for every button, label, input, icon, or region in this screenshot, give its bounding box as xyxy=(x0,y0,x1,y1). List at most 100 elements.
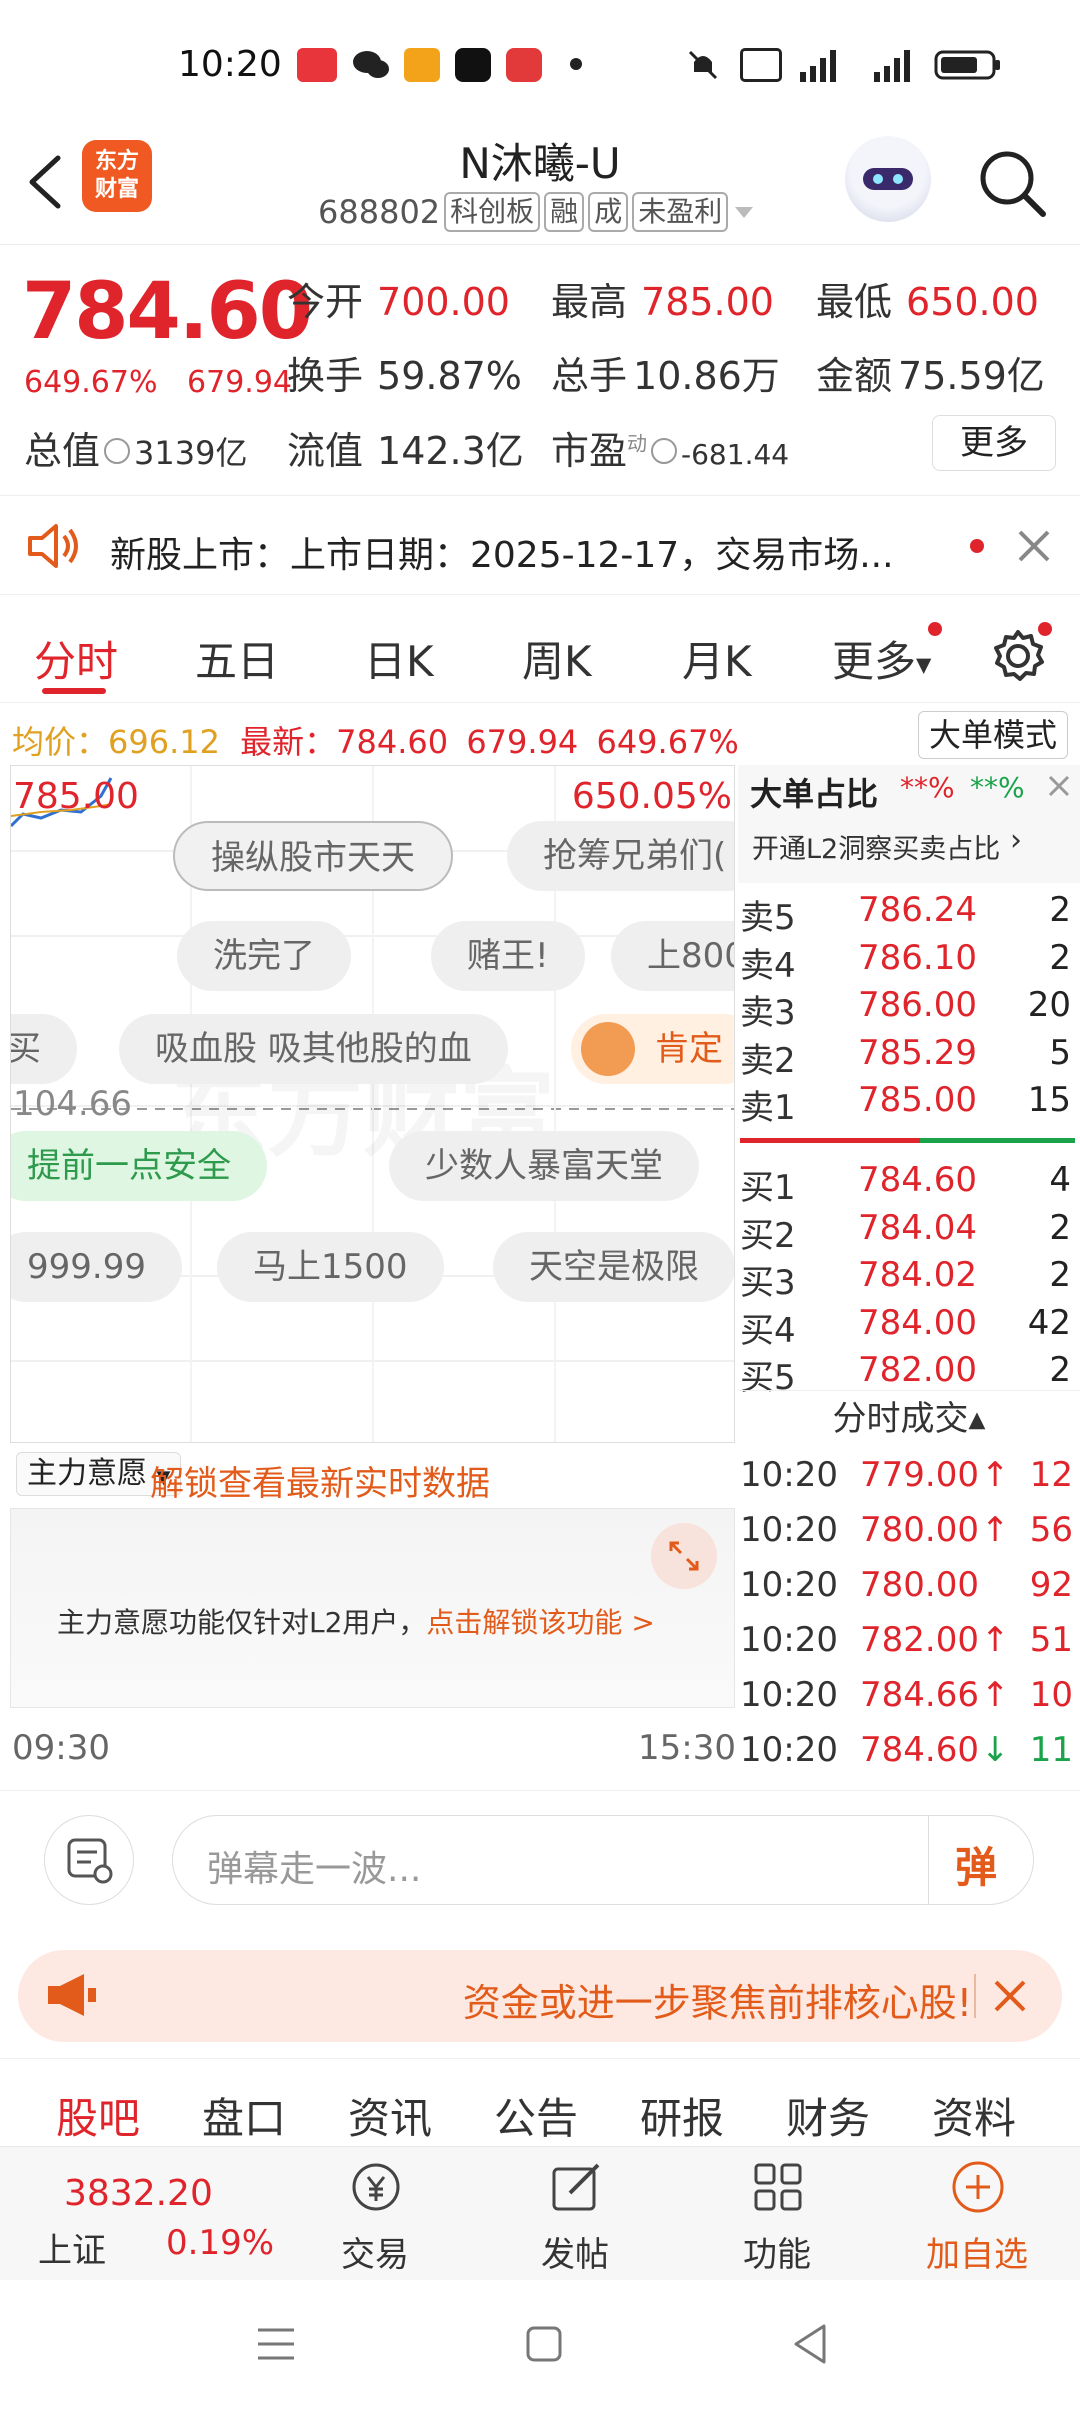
avg-value: 696.12 xyxy=(108,723,220,761)
order-book-panel: 大单占比 **% **% 开通L2洞察买卖占比 › 卖5 786.24 2 卖4 786… xyxy=(738,765,1080,1770)
promo-banner[interactable]: 资金或进一步聚焦前排核心股! xyxy=(18,1950,1062,2042)
trade-tick-row: 10:20 784.66↑ 10 xyxy=(740,1675,1075,1727)
danmu-bubble[interactable]: 买 xyxy=(11,1014,77,1084)
big-order-mode-button[interactable]: 大单模式 xyxy=(918,711,1068,759)
tab-profile[interactable]: 资料 xyxy=(932,2085,1016,2146)
close-icon[interactable] xyxy=(990,1976,1030,2016)
ask-level-row[interactable]: 卖1 785.00 15 xyxy=(740,1080,1075,1128)
ask-level-row[interactable]: 卖5 786.24 2 xyxy=(740,890,1075,938)
ipo-notice-bar[interactable]: 新股上市：上市日期：2025-12-17，交易市场... xyxy=(0,495,1080,595)
info-smiley-icon xyxy=(651,437,678,464)
tab-more[interactable]: 更多▼ xyxy=(832,628,931,689)
edit-icon xyxy=(552,2163,600,2211)
note-settings-icon xyxy=(67,1838,113,1884)
nav-trade[interactable]: 交易 xyxy=(310,2147,440,2281)
tab-daily-k[interactable]: 日K xyxy=(364,628,434,689)
float-value: 142.3亿 xyxy=(377,429,524,473)
level-volume: 2 xyxy=(1049,1350,1071,1390)
tab-weekly-k[interactable]: 周K xyxy=(522,628,592,689)
trade-tick-row: 10:20 780.00↑ 56 xyxy=(740,1510,1075,1562)
trade-tick-row: 10:20 780.00 92 xyxy=(740,1565,1075,1617)
danmu-bubble[interactable]: 肯定 xyxy=(571,1014,734,1084)
tick-price: 780.00 xyxy=(860,1565,979,1605)
high-value: 785.00 xyxy=(641,280,774,324)
danmu-bubble[interactable]: 提前一点安全 xyxy=(11,1131,267,1201)
search-button[interactable] xyxy=(975,146,1049,220)
tab-more-label: 更多 xyxy=(832,637,917,686)
level-label: 卖1 xyxy=(740,1088,796,1128)
tab-five-day[interactable]: 五日 xyxy=(195,628,279,689)
danmu-placeholder: 弹幕走一波... xyxy=(207,1849,422,1890)
danmu-bubble[interactable]: 少数人暴富天堂 xyxy=(389,1131,699,1201)
nav-add-watchlist[interactable]: 加自选 xyxy=(912,2147,1042,2281)
l2-link[interactable]: 开通L2洞察买卖占比 xyxy=(752,827,1000,866)
danmu-bubble[interactable]: 999.99 xyxy=(11,1232,182,1302)
tab-monthly-k[interactable]: 月K xyxy=(682,628,752,689)
danmu-bubble[interactable]: 吸血股 吸其他股的血 xyxy=(119,1014,508,1084)
more-unread-dot xyxy=(928,622,942,636)
tab-financials[interactable]: 财务 xyxy=(786,2085,870,2146)
danmu-settings-button[interactable] xyxy=(44,1815,134,1905)
danmu-input[interactable]: 弹幕走一波... 弹 xyxy=(172,1815,1034,1905)
level-price: 784.60 xyxy=(858,1160,977,1200)
level-label: 买3 xyxy=(740,1263,796,1303)
level-volume: 5 xyxy=(1049,1032,1071,1073)
recent-apps-icon[interactable] xyxy=(254,2324,298,2364)
close-icon[interactable] xyxy=(1016,528,1052,564)
clock: 10:20 xyxy=(178,44,282,85)
big-order-ratio[interactable]: 大单占比 **% **% 开通L2洞察买卖占比 › xyxy=(738,765,1080,883)
send-danmu-button[interactable]: 弹 xyxy=(955,1834,997,1895)
danmu-text: 肯定 xyxy=(655,1029,723,1069)
change-line: 649.67% 679.94 xyxy=(24,365,292,400)
danmu-bubble[interactable]: 马上1500 xyxy=(217,1232,444,1302)
trades-header[interactable]: 分时成交▲ xyxy=(738,1390,1080,1448)
stock-subtitle[interactable]: 688802 科创板 融 成 未盈利 xyxy=(318,192,756,232)
pe-item[interactable]: 市盈动 -681.44 xyxy=(551,420,789,475)
change-amount: 679.94 xyxy=(187,365,293,400)
system-nav-bar xyxy=(0,2280,1080,2412)
robot-visor xyxy=(863,168,913,190)
expand-arrows-icon xyxy=(669,1541,699,1571)
yen-coin-icon xyxy=(352,2163,400,2211)
tab-intraday[interactable]: 分时 xyxy=(34,628,118,689)
ai-assistant-avatar[interactable] xyxy=(845,136,931,222)
tab-research[interactable]: 研报 xyxy=(640,2085,724,2146)
nav-post[interactable]: 发帖 xyxy=(510,2147,640,2281)
home-icon[interactable] xyxy=(524,2324,564,2364)
more-quote-button[interactable]: 更多 xyxy=(932,415,1056,471)
back-triangle-icon[interactable] xyxy=(790,2322,830,2366)
danmu-bubble[interactable]: 天空是极限 xyxy=(493,1232,734,1302)
danmu-bubble[interactable]: 操纵股市天天 xyxy=(173,821,453,891)
ask-level-row[interactable]: 卖3 786.00 20 xyxy=(740,985,1075,1033)
hd2-icon xyxy=(740,48,782,82)
level-volume: 42 xyxy=(1027,1302,1071,1343)
open-label: 今开 xyxy=(287,280,364,324)
bid-level-row[interactable]: 买2 784.04 2 xyxy=(740,1208,1075,1256)
tab-forum[interactable]: 股吧 xyxy=(56,2085,140,2146)
expand-button[interactable] xyxy=(651,1523,717,1589)
tab-news[interactable]: 资讯 xyxy=(348,2085,432,2146)
turnover-label: 换手 xyxy=(287,354,364,398)
tab-order-book[interactable]: 盘口 xyxy=(202,2085,286,2146)
ask-level-row[interactable]: 卖4 786.10 2 xyxy=(740,938,1075,986)
intraday-chart[interactable]: 东方财富 785.00 650.05% 104.66 操纵股市天天 抢筹兄弟们(… xyxy=(10,765,735,1443)
tab-announcements[interactable]: 公告 xyxy=(494,2085,578,2146)
bid-level-row[interactable]: 买4 784.00 42 xyxy=(740,1303,1075,1351)
close-icon[interactable] xyxy=(1046,773,1072,799)
settings-gear-icon[interactable] xyxy=(990,628,1046,684)
unlock-feature-link[interactable]: 点击解锁该功能 > xyxy=(426,1606,654,1639)
danmu-bubble[interactable]: 抢筹兄弟们( xyxy=(507,821,734,891)
unlock-realtime-link[interactable]: 解锁查看最新实时数据 xyxy=(150,1456,490,1505)
mktcap-item[interactable]: 总值 3139亿 xyxy=(24,420,247,475)
danmu-bubble[interactable]: 上800 xyxy=(611,921,734,991)
ox-mascot-icon xyxy=(581,1022,635,1076)
tag-unprofitable: 未盈利 xyxy=(632,192,729,232)
nav-functions[interactable]: 功能 xyxy=(712,2147,842,2281)
input-divider xyxy=(928,1816,929,1904)
index-ticker[interactable]: 3832.20 上证 0.19% xyxy=(0,2147,274,2281)
ask-level-row[interactable]: 卖2 785.29 5 xyxy=(740,1033,1075,1081)
bid-level-row[interactable]: 买1 784.60 4 xyxy=(740,1160,1075,1208)
danmu-bubble[interactable]: 洗完了 xyxy=(177,921,351,991)
bid-level-row[interactable]: 买3 784.02 2 xyxy=(740,1255,1075,1303)
danmu-bubble[interactable]: 赌王! xyxy=(431,921,585,991)
